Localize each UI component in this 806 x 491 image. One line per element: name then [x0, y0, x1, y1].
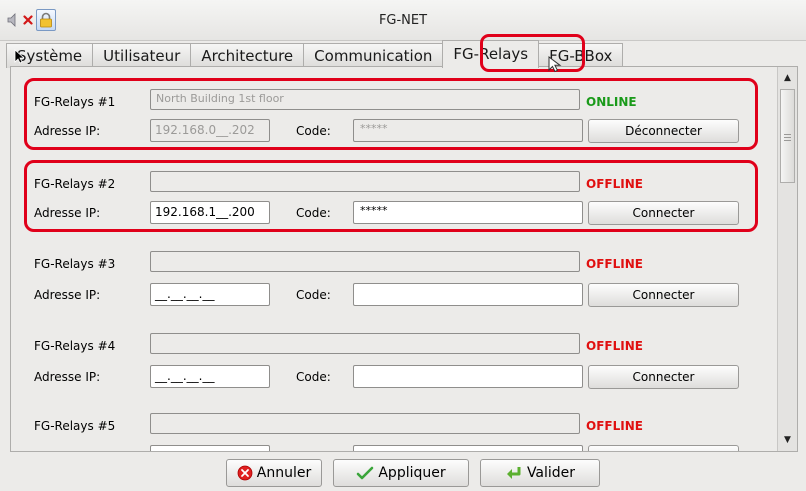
relay-name-field[interactable]: [150, 333, 580, 354]
relays-list[interactable]: FG-Relays #1 North Building 1st floor ON…: [11, 67, 777, 451]
window-title: FG-NET: [378, 13, 428, 28]
vertical-scrollbar[interactable]: ▲ ▼: [777, 67, 797, 451]
green-check-icon: [357, 466, 374, 480]
relay-title: FG-Relays #5: [34, 419, 116, 433]
scroll-thumb[interactable]: [780, 89, 795, 183]
grip-line: [784, 137, 791, 138]
code-label: Code:: [296, 288, 331, 302]
red-circle-x-icon: [237, 465, 253, 481]
connect-button[interactable]: Connecter: [588, 283, 739, 307]
relays-panel: FG-Relays #1 North Building 1st floor ON…: [10, 66, 798, 452]
title-bar: FG-NET: [0, 0, 806, 41]
relay-title: FG-Relays #3: [34, 257, 116, 271]
ip-field[interactable]: __.__.__.__: [150, 283, 270, 306]
tab-architecture[interactable]: Architecture: [190, 43, 305, 68]
connect-button[interactable]: [588, 445, 739, 451]
ok-button[interactable]: Valider: [480, 459, 600, 487]
ip-field[interactable]: __.__.__.__: [150, 365, 270, 388]
relay-status-offline: OFFLINE: [586, 419, 643, 433]
code-field[interactable]: [353, 365, 583, 388]
fgnet-window: FG-NET Système Utilisateur Architecture …: [0, 0, 806, 491]
relay-title: FG-Relays #4: [34, 339, 116, 353]
tab-utilisateur[interactable]: Utilisateur: [92, 43, 192, 68]
connect-button[interactable]: Connecter: [588, 365, 739, 389]
tab-fg-relays[interactable]: FG-Relays: [442, 40, 540, 68]
ok-label: Valider: [526, 465, 576, 481]
grip-line: [784, 134, 791, 135]
relay-1-highlight-annotation: [24, 78, 758, 150]
apply-button[interactable]: Appliquer: [333, 459, 469, 487]
scroll-down-icon[interactable]: ▼: [779, 431, 796, 448]
cancel-button[interactable]: Annuler: [226, 459, 322, 487]
code-field[interactable]: [353, 445, 583, 451]
cancel-label: Annuler: [256, 465, 312, 481]
ip-label: Adresse IP:: [34, 288, 101, 302]
relay-status-offline: OFFLINE: [586, 257, 643, 271]
tab-bar: Système Utilisateur Architecture Communi…: [6, 40, 624, 68]
pointer-cursor-icon: [548, 56, 562, 73]
relay-name-field[interactable]: [150, 251, 580, 272]
apply-label: Appliquer: [378, 465, 446, 481]
relay-name-field[interactable]: [150, 413, 580, 434]
relay-status-offline: OFFLINE: [586, 339, 643, 353]
code-label: Code:: [296, 370, 331, 384]
green-enter-arrow-icon: [506, 467, 521, 479]
tab-communication[interactable]: Communication: [303, 43, 444, 68]
scroll-up-icon[interactable]: ▲: [779, 69, 796, 86]
ip-label: Adresse IP:: [34, 370, 101, 384]
relay-2-highlight-annotation: [24, 160, 758, 232]
code-field[interactable]: [353, 283, 583, 306]
grip-line: [784, 140, 791, 141]
arrow-cursor-icon: [14, 49, 24, 64]
ip-field[interactable]: [150, 445, 270, 451]
button-bar: Annuler Appliquer Valider: [0, 452, 806, 491]
